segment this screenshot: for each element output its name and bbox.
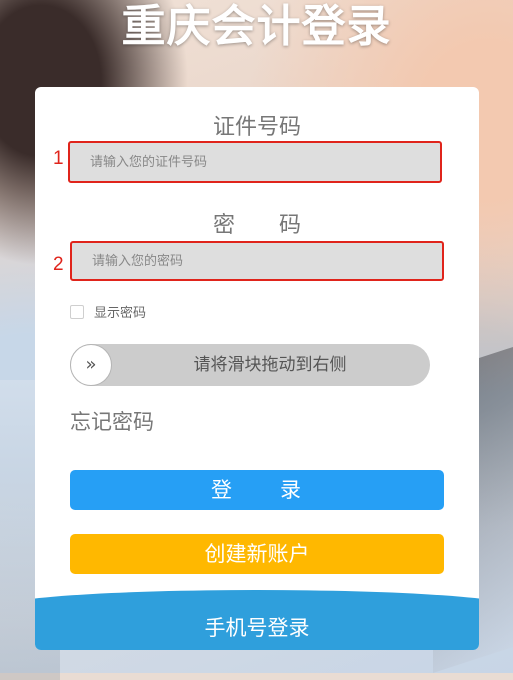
slide-verify-track[interactable]: » 请将滑块拖动到右侧 — [70, 344, 430, 386]
password-input[interactable] — [72, 243, 442, 279]
id-number-field-wrapper — [68, 141, 442, 183]
password-label: 密 码 — [212, 213, 301, 238]
show-password-checkbox[interactable] — [70, 304, 84, 319]
forgot-password-link[interactable]: 忘记密码 — [70, 406, 154, 436]
slide-verify-text: 请将滑块拖动到右侧 — [193, 355, 347, 375]
annotation-marker-1: 1 — [53, 148, 64, 169]
login-button[interactable]: 登 录 — [70, 470, 444, 510]
phone-login-label: 手机号登录 — [204, 616, 310, 640]
password-field-wrapper — [70, 241, 444, 281]
page-title: 重庆会计登录 — [121, 1, 392, 52]
show-password-option[interactable]: 显示密码 — [70, 302, 146, 321]
double-chevron-right-icon[interactable]: » — [70, 344, 112, 386]
id-number-label: 证件号码 — [212, 115, 301, 140]
show-password-label: 显示密码 — [94, 306, 147, 321]
id-number-input[interactable] — [70, 143, 440, 181]
create-account-button[interactable]: 创建新账户 — [70, 534, 444, 574]
annotation-marker-2: 2 — [53, 254, 64, 275]
phone-login-button[interactable]: 手机号登录 — [35, 590, 479, 650]
